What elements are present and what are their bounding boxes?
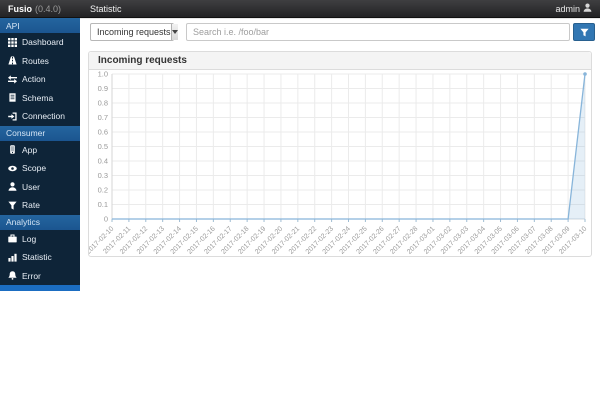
user-icon [583,3,592,14]
sidebar-item-label: Statistic [22,252,52,263]
sidebar-section-api: API [0,18,80,33]
sidebar-item-label: Dashboard [22,37,64,48]
sidebar-item-rate[interactable]: Rate [0,196,80,215]
sidebar-item-label: Routes [22,55,49,66]
eye-icon [7,164,18,173]
user-menu[interactable]: admin [555,3,592,14]
svg-text:0.1: 0.1 [98,200,108,209]
sidebar-item-log[interactable]: Log [0,230,80,249]
svg-text:0.8: 0.8 [98,99,108,108]
sidebar-item-schema[interactable]: Schema [0,89,80,108]
svg-text:0.4: 0.4 [98,157,108,166]
sidebar-item-label: Scope [22,163,47,174]
brand-logo[interactable]: Fusio [8,4,32,14]
exchange-icon [7,75,18,84]
filter-button[interactable] [573,23,595,41]
road-icon [7,56,18,65]
area-chart: 00.10.20.30.40.50.60.70.80.91.02017-02-1… [89,70,588,256]
mobile-icon [7,145,18,155]
svg-text:0.6: 0.6 [98,128,108,137]
svg-text:0.2: 0.2 [98,186,108,195]
chart-incoming-requests: 0 0.1 0.2 0.3 0.4 0.5 0.6 0.7 0.8 0.9 1.0 2017-02-1… [89,70,591,257]
svg-text:0.9: 0.9 [98,84,108,93]
sidebar-item-label: Connection [22,111,66,122]
search-input[interactable] [186,23,570,41]
metric-select-value: Incoming requests [97,27,171,37]
user-name-label: admin [555,3,580,14]
sidebar-item-app[interactable]: App [0,141,80,160]
sidebar-item-statistic[interactable]: Statistic [0,248,80,267]
sidebar-item-user[interactable]: User [0,178,80,197]
svg-text:0.5: 0.5 [98,142,108,151]
sidebar-item-label: App [22,144,38,155]
filter-icon [7,201,18,210]
svg-text:0.7: 0.7 [98,113,108,122]
sidebar-section-analytics: Analytics [0,214,80,230]
main-content: Incoming requests Incoming requests 0 0.1… [80,18,600,400]
chart-panel-title: Incoming requests [89,52,591,70]
sidebar-item-connection[interactable]: Connection [0,107,80,126]
sidebar-item-label: Error [22,270,41,281]
app-window: Fusio (0.4.0) Statistic admin API Dashbo… [0,0,600,400]
svg-text:1.0: 1.0 [98,70,108,79]
sidebar-item-dashboard[interactable]: Dashboard [0,33,80,52]
sidebar-item-routes[interactable]: Routes [0,52,80,71]
page-title: Statistic [90,3,122,14]
sidebar-nav: API Dashboard Routes Action Schema Conne… [0,18,80,291]
sidebar-item-label: Action [22,74,46,85]
chart-panel: Incoming requests 0 0.1 0.2 0.3 0.4 0.5 0.6 0.7… [88,51,592,257]
svg-text:0: 0 [104,215,108,224]
version-label: (0.4.0) [35,3,62,14]
document-icon [7,93,18,102]
funnel-icon [579,25,589,40]
sidebar-section-consumer: Consumer [0,125,80,141]
sign-in-icon [7,112,18,121]
bar-chart-icon [7,253,18,262]
sidebar-item-label: User [22,181,40,192]
sidebar-item-label: Rate [22,200,40,211]
user-icon [7,182,18,192]
svg-text:0.3: 0.3 [98,171,108,180]
metric-select[interactable]: Incoming requests [90,23,178,41]
chevron-down-icon[interactable] [170,24,178,40]
sidebar-item-label: Log [22,233,37,244]
sidebar-item-action[interactable]: Action [0,70,80,89]
sidebar-item-label: Schema [22,92,54,103]
dashboard-grid-icon [7,37,18,47]
briefcase-icon [7,234,18,243]
sidebar-item-error[interactable]: Error [0,267,80,286]
top-navbar: Fusio (0.4.0) Statistic admin [0,0,600,18]
sidebar-footer-accent [0,285,80,291]
sidebar-item-scope[interactable]: Scope [0,159,80,178]
bell-icon [7,271,18,281]
